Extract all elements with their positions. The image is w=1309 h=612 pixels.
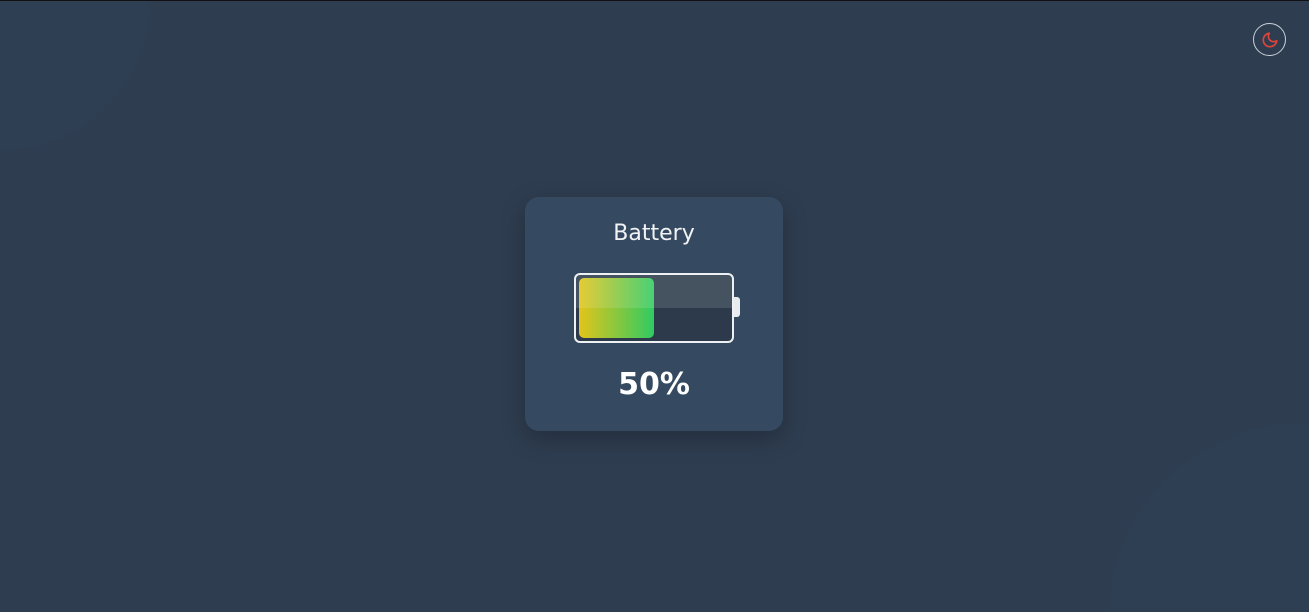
battery-level-fill: [579, 278, 654, 338]
battery-terminal: [734, 297, 740, 317]
background-decoration: [1109, 422, 1309, 612]
background-decoration: [0, 1, 150, 151]
battery-card: Battery 50%: [525, 197, 783, 431]
card-title: Battery: [613, 221, 695, 246]
battery-indicator: [574, 273, 734, 343]
battery-percentage: 50%: [618, 367, 690, 402]
theme-toggle-button[interactable]: [1253, 23, 1286, 56]
moon-icon: [1261, 31, 1278, 48]
